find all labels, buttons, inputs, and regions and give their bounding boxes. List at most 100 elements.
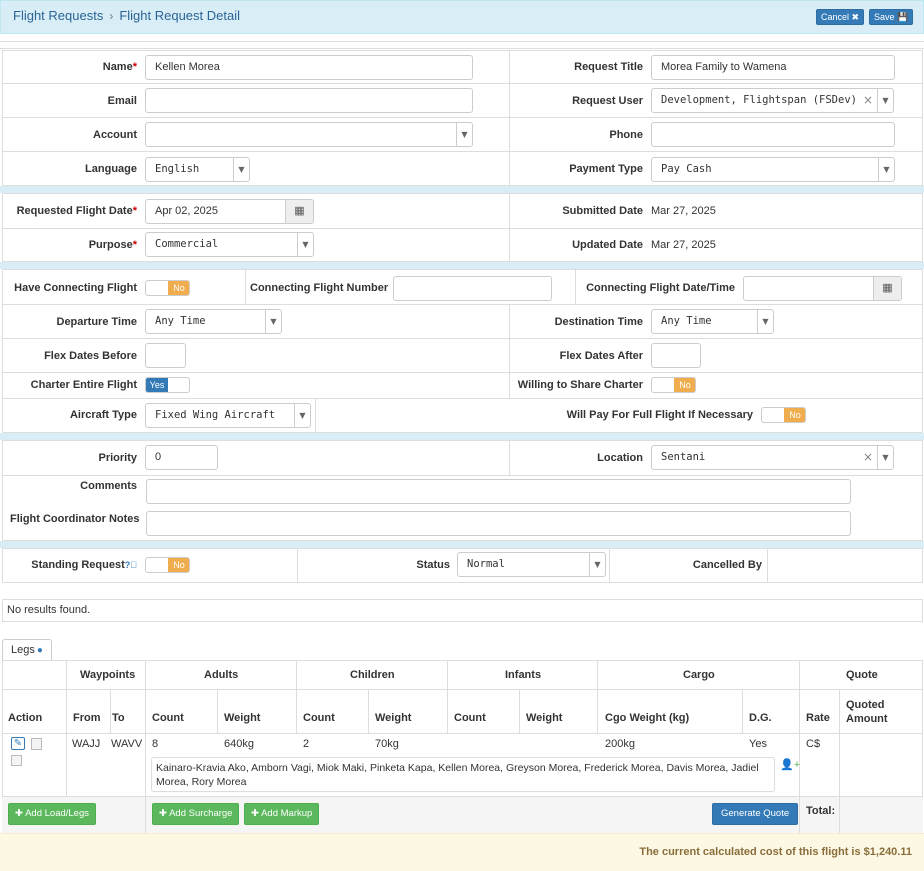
chevron-down-icon[interactable]: ▼ (589, 553, 605, 576)
name-input[interactable]: Kellen Morea (145, 55, 473, 80)
standing-label: Standing Request?⃝ (31, 559, 137, 571)
form-row-requested-date (2, 193, 923, 229)
calendar-icon[interactable]: ▦ (285, 200, 313, 223)
column-divider (609, 548, 610, 583)
account-select[interactable]: ▼ (145, 122, 473, 147)
conn-datetime-input[interactable]: ▦ (743, 276, 902, 301)
form-row-flex (2, 339, 923, 373)
column-divider (296, 660, 297, 733)
share-toggle[interactable]: No (651, 377, 696, 393)
section-band (0, 433, 924, 440)
toggle-state: No (784, 408, 805, 422)
email-input[interactable] (145, 88, 473, 113)
column-divider (368, 690, 369, 733)
col-to: To (112, 712, 125, 724)
flex-after-label: Flex Dates After (559, 350, 643, 362)
delete-icon[interactable] (11, 755, 22, 766)
col-infant-count: Count (454, 712, 486, 724)
status-value: Normal (467, 558, 505, 570)
departure-select[interactable]: Any Time ▼ (145, 309, 282, 334)
charter-toggle[interactable]: Yes (145, 377, 190, 393)
add-load-legs-button[interactable]: ✚ Add Load/Legs (8, 803, 96, 825)
cancel-button[interactable]: Cancel ✖ (816, 9, 865, 25)
edit-icon[interactable]: ✎ (11, 737, 25, 750)
request-title-label: Request Title (574, 61, 643, 73)
plus-icon: ✚ (159, 808, 170, 819)
help-icon[interactable]: ?⃝ (125, 560, 137, 570)
column-divider (742, 690, 743, 733)
conn-number-input[interactable] (393, 276, 552, 301)
notes-label: Flight Coordinator Notes (10, 513, 140, 525)
group-children: Children (350, 669, 395, 681)
language-label: Language (85, 163, 137, 175)
requested-date-input[interactable]: Apr 02, 2025 ▦ (145, 199, 314, 224)
section-band (0, 262, 924, 269)
status-select[interactable]: Normal ▼ (457, 552, 606, 577)
chevron-down-icon[interactable]: ▼ (456, 123, 472, 146)
tab-legs[interactable]: Legs ● (2, 639, 52, 661)
column-divider (767, 548, 768, 583)
request-user-select[interactable]: Development, Flightspan (FSDev) × ▼ (651, 88, 894, 113)
chevron-down-icon[interactable]: ▼ (878, 158, 894, 181)
standing-toggle[interactable]: No (145, 557, 190, 573)
results-panel (2, 599, 923, 622)
clear-icon[interactable]: × (863, 450, 873, 464)
updated-date-value: Mar 27, 2025 (651, 239, 716, 251)
submitted-date-value: Mar 27, 2025 (651, 205, 716, 217)
chevron-down-icon[interactable]: ▼ (877, 446, 893, 469)
comments-textarea[interactable] (146, 479, 851, 504)
requested-date-label: Requested Flight Date* (16, 205, 137, 217)
language-value: English (155, 163, 200, 175)
purpose-select[interactable]: Commercial ▼ (145, 232, 314, 257)
connecting-toggle[interactable]: No (145, 280, 190, 296)
column-divider (839, 690, 840, 833)
destination-select[interactable]: Any Time ▼ (651, 309, 774, 334)
payment-type-select[interactable]: Pay Cash ▼ (651, 157, 895, 182)
priority-input[interactable]: 0 (145, 445, 218, 470)
form-row-charter (2, 373, 923, 399)
priority-label: Priority (98, 452, 137, 464)
breadcrumb-parent-link[interactable]: Flight Requests (13, 8, 103, 23)
flex-after-input[interactable] (651, 343, 701, 368)
toggle-state: No (168, 558, 189, 572)
chevron-down-icon[interactable]: ▼ (233, 158, 249, 181)
flex-before-label: Flex Dates Before (44, 350, 137, 362)
col-quoted-amount: Quoted Amount (846, 699, 888, 725)
leg-rate: C$ (806, 738, 821, 750)
col-adult-count: Count (152, 712, 184, 724)
add-markup-button[interactable]: ✚ Add Markup (244, 803, 320, 825)
cancelled-by-label: Cancelled By (692, 559, 762, 571)
add-surcharge-label: Add Surcharge (169, 808, 233, 819)
chevron-down-icon[interactable]: ▼ (757, 310, 773, 333)
pay-full-toggle[interactable]: No (761, 407, 806, 423)
chevron-down-icon[interactable]: ▼ (877, 89, 893, 112)
toggle-state: No (674, 378, 695, 392)
col-cargo-weight: Cgo Weight (kg) (605, 712, 690, 724)
leg-child-weight: 70kg (375, 738, 399, 750)
column-divider (315, 399, 316, 433)
aircraft-select[interactable]: Fixed Wing Aircraft ▼ (145, 403, 311, 428)
plus-icon: ✚ (15, 808, 26, 819)
add-passenger-icon[interactable]: 👤+ (780, 758, 800, 771)
leg-adult-count: 8 (152, 738, 159, 750)
generate-quote-button[interactable]: Generate Quote (712, 803, 799, 825)
location-select[interactable]: Sentani × ▼ (651, 445, 894, 470)
save-button[interactable]: Save 💾 (869, 9, 914, 25)
chevron-down-icon[interactable]: ▼ (297, 233, 313, 256)
column-divider (297, 548, 298, 583)
breadcrumb-current: Flight Request Detail (119, 8, 240, 23)
request-title-input[interactable]: Morea Family to Wamena (651, 55, 895, 80)
notes-textarea[interactable] (146, 511, 851, 536)
calendar-icon[interactable]: ▦ (873, 277, 901, 300)
flex-before-input[interactable] (145, 343, 186, 368)
updated-date-label: Updated Date (572, 239, 643, 251)
chevron-down-icon[interactable]: ▼ (265, 310, 281, 333)
add-surcharge-button[interactable]: ✚ Add Surcharge (152, 803, 240, 825)
phone-input[interactable] (651, 122, 895, 147)
copy-icon[interactable] (31, 738, 42, 750)
chevron-down-icon[interactable]: ▼ (294, 404, 310, 427)
language-select[interactable]: English ▼ (145, 157, 250, 182)
breadcrumb-separator-icon: › (109, 9, 114, 23)
clear-icon[interactable]: × (863, 93, 873, 107)
aircraft-value: Fixed Wing Aircraft (155, 409, 276, 421)
